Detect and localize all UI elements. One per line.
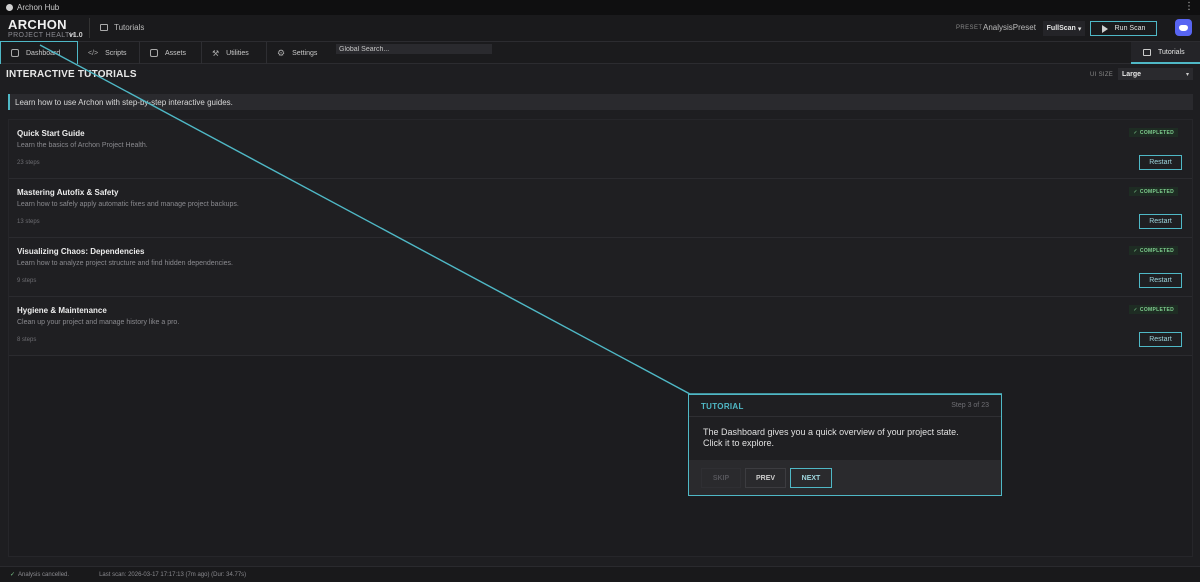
ui-size-value: Large [1122,70,1142,78]
popover-body: The Dashboard gives you a quick overview… [703,427,959,448]
window-titlebar: Archon Hub ⋮ [0,0,1200,15]
tab-label: Settings [292,49,318,57]
check-icon: ✓ [1133,188,1138,195]
restart-button[interactable]: Restart [1139,332,1182,347]
tab-label: Assets [165,49,187,57]
run-scan-label: Run Scan [1114,25,1146,32]
check-icon: ✓ [10,572,16,578]
tab-tutorials[interactable]: Tutorials [1131,42,1200,64]
tutorial-desc: Learn how to analyze project structure a… [17,260,233,267]
breadcrumb-label: Tutorials [114,23,145,32]
tutorial-steps: 13 steps [17,219,40,225]
status-badge: ✓ COMPLETED [1129,128,1178,137]
tutorial-card: Mastering Autofix & Safety Learn how to … [9,179,1192,238]
preset-value[interactable]: AnalysisPreset [983,23,1036,32]
badge-label: COMPLETED [1139,306,1174,313]
dashboard-icon [11,49,19,57]
tab-label: Tutorials [1158,48,1185,56]
tab-assets[interactable]: Assets [140,42,201,64]
tab-scripts[interactable]: </> Scripts [78,42,139,64]
skip-button[interactable]: SKIP [701,468,741,488]
restart-button[interactable]: Restart [1139,214,1182,229]
popover-label: TUTORIAL [701,402,744,411]
badge-label: COMPLETED [1139,129,1174,136]
tutorial-card: Hygiene & Maintenance Clean up your proj… [9,297,1192,356]
tutorial-desc: Learn the basics of Archon Project Healt… [17,142,148,149]
tutorials-icon [1143,48,1151,56]
popover-step: Step 3 of 23 [951,402,989,409]
badge-label: COMPLETED [1139,247,1174,254]
tutorial-steps: 9 steps [17,278,37,284]
breadcrumb: Tutorials [100,23,144,32]
play-icon [1101,24,1108,33]
check-icon: ✓ [1133,247,1138,254]
app-header: ARCHON PROJECT HEALTH v1.0 Tutorials PRE… [0,15,1200,42]
app-info-icon [6,4,13,11]
ui-size-label: UI SIZE [1090,72,1114,78]
status-message: Analysis cancelled. [18,571,70,578]
status-badge: ✓ COMPLETED [1129,246,1178,255]
tutorial-steps: 8 steps [17,337,37,343]
status-badge: ✓ COMPLETED [1129,305,1178,314]
tab-label: Utilities [226,49,249,57]
main-content: INTERACTIVE TUTORIALS UI SIZE Large ▾ Le… [0,64,1200,566]
ui-size-select[interactable]: Large ▾ [1118,68,1193,80]
window-title: Archon Hub [17,3,60,12]
tutorial-title: Quick Start Guide [17,129,85,138]
tutorials-icon [100,24,108,31]
intro-text: Learn how to use Archon with step-by-ste… [15,97,233,107]
tutorial-list: Quick Start Guide Learn the basics of Ar… [8,119,1193,557]
tutorial-title: Mastering Autofix & Safety [17,188,119,197]
code-icon: </> [88,49,99,57]
tutorial-popover: TUTORIAL Step 3 of 23 The Dashboard give… [688,394,1002,496]
main-nav: Dashboard </> Scripts Assets ⚒ Utilities… [0,41,1200,65]
chevron-down-icon: ▾ [1185,72,1189,78]
gear-icon: ⚙ [277,47,286,58]
tab-label: Dashboard [26,49,61,57]
tab-utilities[interactable]: ⚒ Utilities [202,42,266,64]
cube-icon [150,49,158,57]
header-divider [89,18,90,38]
status-bar: ✓ Analysis cancelled. Last scan: 2026-03… [0,566,1200,582]
tutorial-title: Hygiene & Maintenance [17,306,107,315]
tutorial-desc: Learn how to safely apply automatic fixe… [17,201,239,208]
scan-mode-value: FullScan [1046,25,1076,32]
tutorial-steps: 23 steps [17,160,40,166]
restart-button[interactable]: Restart [1139,155,1182,170]
next-button[interactable]: NEXT [790,468,832,488]
check-icon: ✓ [1133,306,1138,313]
last-scan-info: Last scan: 2026-03-17 17:17:13 (7m ago) … [99,571,247,578]
app-version: v1.0 [69,32,83,39]
tutorial-title: Visualizing Chaos: Dependencies [17,247,145,256]
global-search-input[interactable] [336,44,492,54]
chevron-down-icon: ▾ [1077,25,1082,33]
run-scan-button[interactable]: Run Scan [1090,21,1157,36]
popover-footer: SKIP PREV NEXT [689,460,1001,495]
badge-label: COMPLETED [1139,188,1174,195]
tab-dashboard[interactable]: Dashboard [0,41,78,65]
discord-icon[interactable] [1175,19,1192,36]
more-vert-icon[interactable]: ⋮ [1184,1,1194,12]
app-subtitle: PROJECT HEALTH [8,32,76,39]
check-icon: ✓ [1133,129,1138,136]
tab-settings[interactable]: ⚙ Settings [267,42,333,64]
preset-label: PRESET [956,25,983,31]
prev-button[interactable]: PREV [745,468,786,488]
wrench-icon: ⚒ [212,48,220,58]
scan-mode-select[interactable]: FullScan ▾ [1043,21,1085,36]
page-title: INTERACTIVE TUTORIALS [6,69,137,80]
tab-label: Scripts [105,49,127,57]
popover-header: TUTORIAL Step 3 of 23 [689,395,1001,417]
restart-button[interactable]: Restart [1139,273,1182,288]
app-name: ARCHON [8,17,67,32]
intro-banner: Learn how to use Archon with step-by-ste… [8,94,1193,110]
tutorial-desc: Clean up your project and manage history… [17,319,180,326]
tutorial-card: Quick Start Guide Learn the basics of Ar… [9,120,1192,179]
tutorial-card: Visualizing Chaos: Dependencies Learn ho… [9,238,1192,297]
status-badge: ✓ COMPLETED [1129,187,1178,196]
